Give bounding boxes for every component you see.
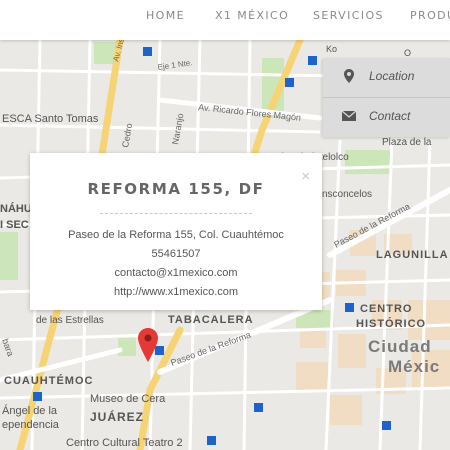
label-lagunilla: LAGUNILLA: [376, 249, 449, 261]
location-button[interactable]: Location: [323, 58, 450, 97]
nav-servicios[interactable]: SERVICIOS: [313, 9, 384, 22]
popup-phone: 55461507: [151, 248, 201, 260]
label-ciudad: Ciudad: [368, 337, 432, 356]
label-centro-historico-2: HISTÓRICO: [356, 317, 426, 330]
label-plaza: Plaza de la: [382, 137, 432, 148]
label-centro-historico-1: CENTRO: [360, 303, 412, 315]
label-teatro: Centro Cultural Teatro 2: [66, 437, 183, 449]
top-navigation-bar: HOME X1 MÉXICO SERVICIOS PRODU: [0, 0, 450, 40]
popup-website[interactable]: http://www.x1mexico.com: [30, 286, 322, 298]
label-estrellas: de las Estrellas: [36, 315, 104, 326]
label-museo: Museo de Cera: [90, 393, 166, 405]
nav-home[interactable]: HOME: [146, 9, 185, 22]
nav-x1-mexico[interactable]: X1 MÉXICO: [215, 9, 289, 22]
label-tabacalera: TABACALERA: [168, 314, 254, 326]
label-angel1: Ángel de la: [2, 404, 58, 417]
popup-address: Paseo de la Reforma 155, Col. Cuauhtémoc: [68, 229, 284, 241]
side-panel: Location Contact: [323, 58, 450, 137]
contact-label: Contact: [369, 109, 411, 123]
label-juarez: JUÁREZ: [90, 409, 144, 424]
map-marker-icon: [344, 69, 354, 83]
label-buenavista: nsconcelos: [322, 189, 372, 200]
location-marker-pin[interactable]: [138, 328, 158, 367]
label-o: O: [404, 48, 411, 58]
label-angel2: ependencia: [2, 419, 60, 431]
popup-email[interactable]: contacto@x1mexico.com: [30, 267, 322, 279]
label-cuauhtemoc: CUAUHTÉMOC: [4, 374, 93, 387]
popup-title: REFORMA 155, DF: [87, 180, 265, 198]
label-mexico: Méxic: [388, 357, 440, 376]
label-sec: I SEC: [0, 219, 29, 231]
envelope-icon: [341, 110, 357, 121]
label-esca: ESCA Santo Tomas: [2, 113, 99, 125]
info-popup: × REFORMA 155, DF Paseo de la Reforma 15…: [30, 153, 322, 310]
location-label: Location: [369, 69, 415, 83]
contact-button[interactable]: Contact: [323, 98, 450, 137]
popup-divider: [100, 213, 252, 214]
label-ko: Ko: [326, 44, 337, 54]
map-pin-icon: [138, 328, 158, 362]
label-nahu: NÁHU: [0, 202, 32, 215]
nav-productos[interactable]: PRODU: [410, 9, 450, 22]
